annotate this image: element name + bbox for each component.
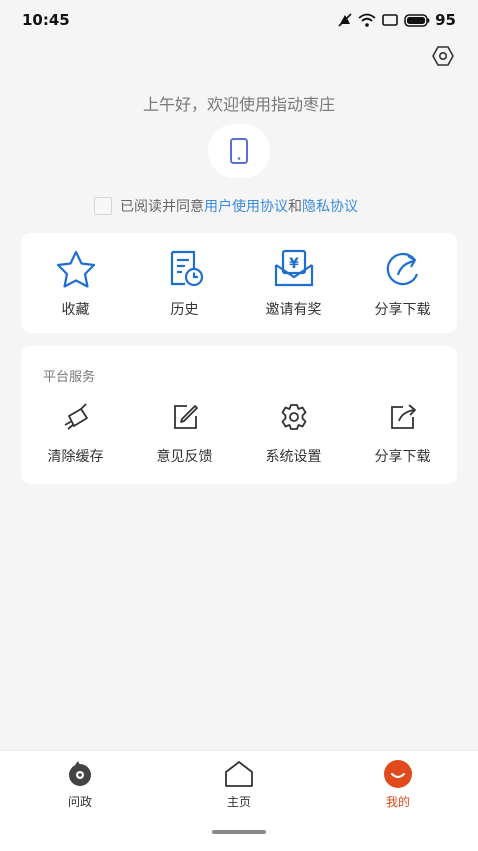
- tab-wenzheng[interactable]: 问政: [40, 759, 120, 810]
- feedback-button[interactable]: 意见反馈: [130, 346, 239, 466]
- star-icon: [56, 250, 95, 288]
- battery-level: 95: [435, 11, 456, 29]
- hexagon-gear-icon: [432, 46, 454, 66]
- share-download-service-label: 分享下载: [374, 449, 431, 465]
- edit-icon: [173, 405, 198, 429]
- broom-icon: [64, 403, 88, 430]
- invite-envelope-icon: ¥: [274, 249, 313, 287]
- tab-home[interactable]: 主页: [199, 759, 279, 810]
- home-icon: [225, 761, 253, 787]
- phone-icon: [230, 138, 248, 164]
- question-bubble-icon: [69, 761, 91, 786]
- settings-button[interactable]: [430, 43, 456, 69]
- system-settings-label: 系统设置: [265, 449, 322, 465]
- tab-profile[interactable]: 我的: [358, 759, 438, 810]
- history-button[interactable]: 历史: [130, 233, 239, 319]
- tab-home-label: 主页: [226, 795, 251, 809]
- user-agreement-link[interactable]: 用户使用协议: [204, 196, 288, 216]
- platform-services-card: 平台服务 清除缓存 意见反馈 系统设置 分享下载: [21, 346, 457, 484]
- status-icons: 95: [337, 11, 456, 29]
- mute-icon: [338, 13, 352, 27]
- favorites-button[interactable]: 收藏: [21, 233, 130, 319]
- privacy-agreement-link[interactable]: 隐私协议: [302, 196, 358, 216]
- battery-icon: [404, 14, 430, 27]
- feedback-label: 意见反馈: [156, 449, 213, 465]
- share-arrow-icon: [386, 252, 418, 286]
- share-download-label: 分享下载: [374, 302, 431, 318]
- svg-text:¥: ¥: [289, 256, 299, 272]
- phone-login-button[interactable]: [208, 124, 270, 178]
- share-download-service-button[interactable]: 分享下载: [348, 346, 457, 466]
- favorites-label: 收藏: [61, 302, 90, 318]
- clear-cache-label: 清除缓存: [47, 449, 104, 465]
- agreement-conjunction: 和: [288, 199, 302, 215]
- agreement-row: 已阅读并同意 用户使用协议 和 隐私协议: [94, 196, 358, 216]
- clear-cache-button[interactable]: 清除缓存: [21, 346, 130, 466]
- bottom-tab-bar: 问政 主页 我的: [0, 750, 478, 851]
- tab-wenzheng-label: 问政: [67, 795, 92, 809]
- quick-actions-card: 收藏 历史 ¥ 邀请有奖 分享下载: [21, 233, 457, 333]
- profile-icon: [384, 760, 412, 788]
- status-bar: 10:45 95: [0, 0, 478, 40]
- agreement-checkbox[interactable]: [94, 197, 112, 215]
- system-settings-button[interactable]: 系统设置: [239, 346, 348, 466]
- invite-reward-label: 邀请有奖: [265, 302, 322, 318]
- invite-reward-button[interactable]: ¥ 邀请有奖: [239, 233, 348, 319]
- status-time: 10:45: [22, 11, 70, 29]
- share-download-button[interactable]: 分享下载: [348, 233, 457, 319]
- history-icon: [170, 250, 203, 287]
- wifi-icon: [358, 13, 376, 27]
- tab-profile-label: 我的: [385, 795, 410, 809]
- greeting-text: 上午好，欢迎使用指动枣庄: [142, 95, 335, 114]
- screen-icon: [382, 14, 398, 26]
- agreement-prefix: 已阅读并同意: [120, 199, 204, 215]
- home-indicator[interactable]: [212, 830, 266, 834]
- gear-icon: [281, 404, 306, 430]
- share-icon: [390, 404, 416, 429]
- history-label: 历史: [170, 302, 199, 318]
